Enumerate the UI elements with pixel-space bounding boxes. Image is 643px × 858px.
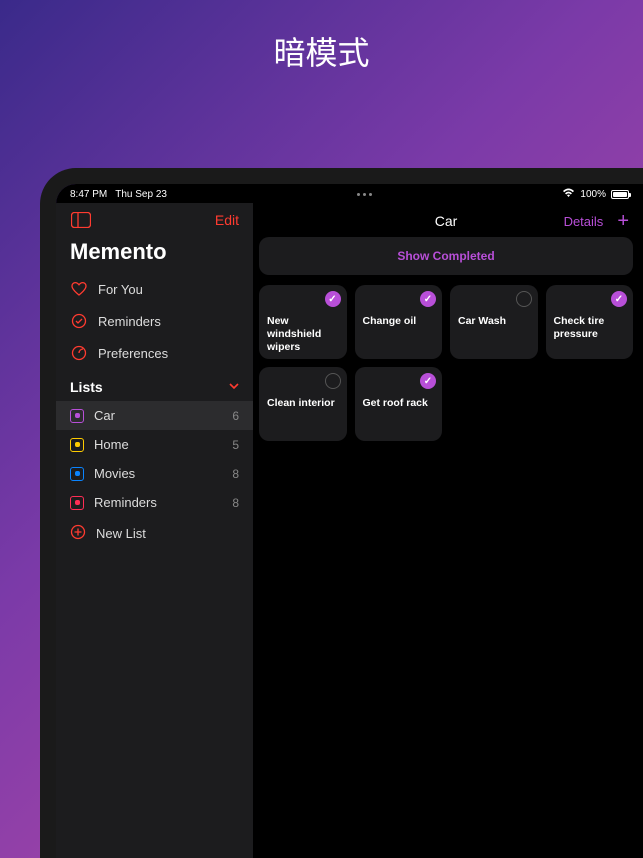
nav-label: For You — [98, 282, 143, 297]
lists-header[interactable]: Lists — [56, 369, 253, 401]
sidebar-list-item[interactable]: Home 5 — [56, 430, 253, 459]
app-title: Memento — [56, 233, 253, 273]
list-title: Car — [435, 213, 458, 229]
list-name: Reminders — [94, 495, 157, 510]
new-list-button[interactable]: New List — [56, 517, 253, 550]
status-time: 8:47 PM — [70, 189, 107, 200]
task-grid: New windshield wipers Change oil Car Was… — [259, 285, 633, 441]
plus-circle-icon — [70, 524, 86, 543]
task-card[interactable]: Get roof rack — [355, 367, 443, 441]
check-circle-icon[interactable] — [516, 291, 532, 307]
sidebar-list-item[interactable]: Car 6 — [56, 401, 253, 430]
heart-icon — [70, 280, 88, 298]
check-circle-icon[interactable] — [325, 373, 341, 389]
task-label: Get roof rack — [363, 397, 435, 410]
task-card[interactable]: Change oil — [355, 285, 443, 359]
list-count: 8 — [232, 467, 239, 481]
sidebar-list-item[interactable]: Movies 8 — [56, 459, 253, 488]
task-label: Car Wash — [458, 315, 530, 328]
list-count: 8 — [232, 496, 239, 510]
main-header: Car Details + — [259, 203, 633, 237]
clock-check-icon — [70, 312, 88, 330]
sidebar: Edit Memento For You Reminders — [56, 203, 253, 858]
check-done-icon[interactable] — [611, 291, 627, 307]
nav-for-you[interactable]: For You — [56, 273, 253, 305]
gear-icon — [70, 344, 88, 362]
new-list-label: New List — [96, 526, 146, 541]
page-heading: 暗模式 — [0, 0, 643, 74]
chevron-down-icon — [229, 380, 239, 394]
status-bar: 8:47 PM Thu Sep 23 100% — [56, 184, 643, 203]
battery-icon — [611, 190, 629, 199]
add-task-button[interactable]: + — [617, 211, 629, 231]
wifi-icon — [562, 188, 575, 201]
list-color-icon — [70, 409, 84, 423]
list-count: 5 — [232, 438, 239, 452]
task-card[interactable]: Clean interior — [259, 367, 347, 441]
list-color-icon — [70, 496, 84, 510]
list-count: 6 — [232, 409, 239, 423]
show-completed-button[interactable]: Show Completed — [259, 237, 633, 275]
list-name: Car — [94, 408, 115, 423]
battery-percent: 100% — [580, 189, 606, 200]
details-button[interactable]: Details — [564, 214, 604, 229]
lists-header-label: Lists — [70, 379, 103, 395]
status-date: Thu Sep 23 — [115, 189, 167, 200]
list-name: Movies — [94, 466, 135, 481]
check-done-icon[interactable] — [420, 373, 436, 389]
nav-label: Reminders — [98, 314, 161, 329]
nav-reminders[interactable]: Reminders — [56, 305, 253, 337]
task-card[interactable]: Check tire pressure — [546, 285, 634, 359]
check-done-icon[interactable] — [325, 291, 341, 307]
list-color-icon — [70, 438, 84, 452]
task-label: Change oil — [363, 315, 435, 328]
check-done-icon[interactable] — [420, 291, 436, 307]
task-label: New windshield wipers — [267, 315, 339, 354]
nav-label: Preferences — [98, 346, 168, 361]
sidebar-toggle-icon[interactable] — [70, 211, 92, 229]
screen: 8:47 PM Thu Sep 23 100% Edit — [56, 184, 643, 858]
sidebar-list-item[interactable]: Reminders 8 — [56, 488, 253, 517]
task-card[interactable]: Car Wash — [450, 285, 538, 359]
main-panel: Car Details + Show Completed New windshi… — [253, 203, 643, 858]
list-color-icon — [70, 467, 84, 481]
task-label: Check tire pressure — [554, 315, 626, 341]
task-card[interactable]: New windshield wipers — [259, 285, 347, 359]
nav-preferences[interactable]: Preferences — [56, 337, 253, 369]
multitask-dots-icon[interactable] — [357, 193, 372, 196]
device-frame: 8:47 PM Thu Sep 23 100% Edit — [40, 168, 643, 858]
task-label: Clean interior — [267, 397, 339, 410]
list-name: Home — [94, 437, 129, 452]
edit-button[interactable]: Edit — [215, 212, 239, 228]
